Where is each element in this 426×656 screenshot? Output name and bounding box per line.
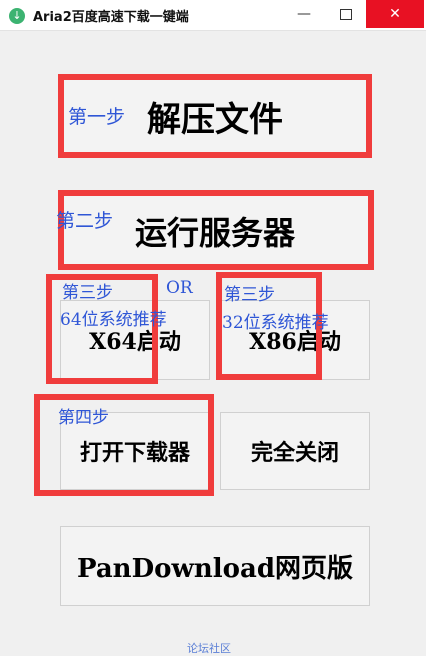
step2-label: 第二步 [56,210,114,232]
close-button[interactable]: ✕ [366,0,424,28]
step3-left-sublabel: 64位系统推荐 [60,310,167,330]
close-all-button[interactable]: 完全关闭 [220,412,370,490]
pandownload-web-button[interactable]: PanDownload网页版 [60,526,370,606]
step3-right-sublabel: 32位系统推荐 [222,313,329,333]
maximize-button[interactable] [326,0,366,28]
forum-community-link[interactable]: 论坛社区 [187,640,231,656]
step1-label: 第一步 [68,106,126,128]
step3-left-label: 第三步 [62,283,113,303]
or-label: OR [166,278,193,298]
step4-label: 第四步 [58,408,109,428]
minimize-button[interactable]: — [282,0,326,28]
window-title: Aria2百度高速下载一键端 [33,10,189,25]
step3-right-label: 第三步 [224,285,275,305]
app-download-icon: ↓ [9,8,25,24]
maximize-icon [340,8,352,20]
title-bar: ↓ Aria2百度高速下载一键端 — ✕ [0,0,426,31]
